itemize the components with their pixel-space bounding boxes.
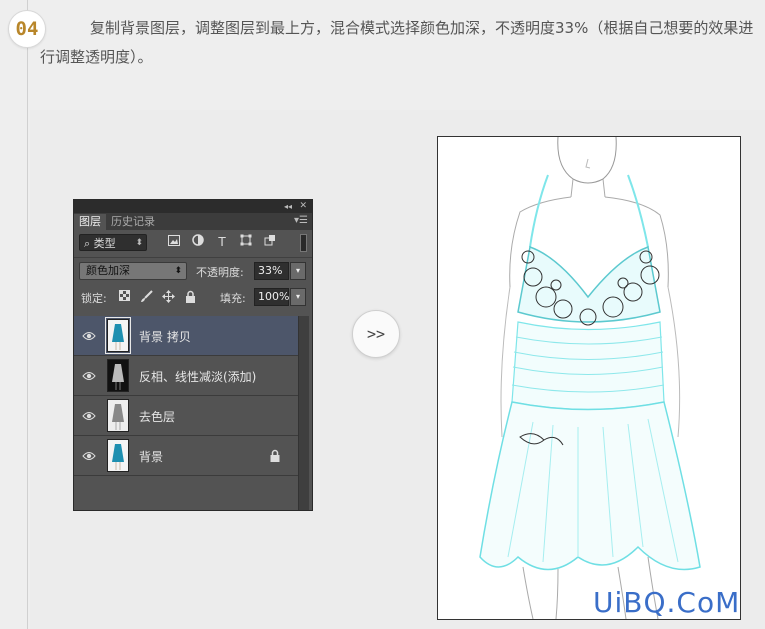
result-image	[437, 136, 741, 620]
blend-mode-value: 颜色加深	[86, 264, 130, 277]
layer-scrollbar[interactable]	[298, 316, 309, 510]
updown-arrow-icon: ⬍	[135, 238, 143, 248]
sketch-dress-illustration	[479, 137, 701, 619]
layer-thumbnail	[107, 359, 129, 392]
site-watermark: UiBQ.CoM	[593, 586, 741, 619]
filter-row: ⌕ 类型 ⬍ T	[74, 230, 312, 257]
next-arrow-button: >>	[352, 310, 400, 358]
blend-mode-select[interactable]: 颜色加深 ⬍	[79, 262, 187, 280]
panel-menu-icon[interactable]: ▾☰	[294, 215, 308, 226]
opacity-label: 不透明度:	[196, 266, 244, 279]
guide-line	[27, 0, 28, 629]
opacity-input[interactable]: 33%	[254, 262, 289, 280]
fill-input[interactable]: 100%	[254, 288, 289, 306]
layer-name: 背景 拷贝	[139, 330, 191, 344]
filter-pixel-icon[interactable]	[166, 234, 182, 250]
blend-row: 颜色加深 ⬍ 不透明度: 33% ▾	[74, 257, 312, 284]
eye-icon[interactable]	[82, 370, 96, 382]
layer-row[interactable]: 去色层	[74, 396, 298, 436]
lock-transparent-icon[interactable]	[118, 290, 131, 303]
tab-history[interactable]: 历史记录	[106, 214, 160, 230]
filter-smart-object-icon[interactable]	[262, 234, 278, 250]
layer-thumbnail	[107, 399, 129, 432]
layer-thumbnail	[105, 317, 131, 354]
fill-dropdown-icon[interactable]: ▾	[290, 288, 306, 306]
lock-all-icon[interactable]	[184, 290, 197, 303]
opacity-dropdown-icon[interactable]: ▾	[290, 262, 306, 280]
eye-icon[interactable]	[82, 450, 96, 462]
filter-type-icon[interactable]: T	[214, 234, 230, 250]
close-icon[interactable]: ✕	[299, 200, 307, 213]
layer-thumbnail	[107, 439, 129, 472]
fill-label: 填充:	[220, 292, 246, 305]
lock-label: 锁定:	[81, 292, 107, 305]
panel-tabs: 图层 历史记录 ▾☰	[74, 213, 312, 230]
layer-name: 反相、线性减淡(添加)	[139, 370, 257, 384]
filter-shape-icon[interactable]	[238, 234, 254, 250]
layer-name: 去色层	[139, 410, 176, 424]
layers-panel: ◂◂ ✕ 图层 历史记录 ▾☰ ⌕ 类型 ⬍ T 颜色加深 ⬍ 不透明度: 33…	[73, 199, 313, 511]
layer-name: 背景	[139, 450, 164, 464]
step-description: 复制背景图层，调整图层到最上方，混合模式选择颜色加深，不透明度33%（根据自己想…	[40, 19, 754, 66]
lock-row: 锁定: 填充: 100% ▾	[74, 284, 312, 310]
layer-list: 背景 拷贝 反相、线性减淡(添加) 去色层 背景	[74, 316, 298, 476]
eye-icon[interactable]	[82, 330, 96, 342]
layer-row[interactable]: 背景	[74, 436, 298, 476]
filter-adjustment-icon[interactable]	[190, 234, 206, 250]
filter-kind-label: 类型	[93, 237, 116, 250]
lock-move-icon[interactable]	[162, 290, 175, 303]
updown-arrow-icon: ⬍	[174, 266, 182, 276]
panel-titlebar: ◂◂ ✕	[74, 200, 312, 213]
tab-layers[interactable]: 图层	[74, 214, 106, 230]
layer-row[interactable]: 反相、线性减淡(添加)	[74, 356, 298, 396]
lock-icon	[270, 449, 280, 462]
layer-row[interactable]: 背景 拷贝	[74, 316, 298, 356]
lock-brush-icon[interactable]	[140, 290, 153, 303]
collapse-icon[interactable]: ◂◂	[284, 200, 292, 213]
eye-icon[interactable]	[82, 410, 96, 422]
filter-kind-select[interactable]: ⌕ 类型 ⬍	[79, 234, 147, 251]
search-icon: ⌕	[84, 237, 91, 250]
filter-toggle-switch[interactable]	[300, 234, 307, 252]
